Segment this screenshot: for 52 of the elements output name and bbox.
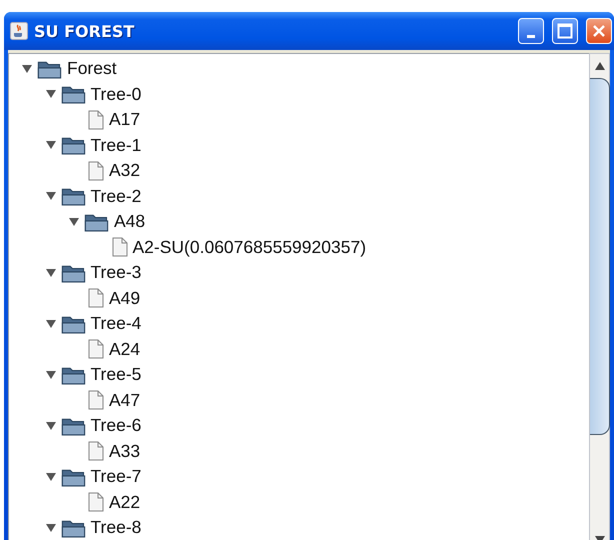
document-icon [112, 237, 128, 258]
tree-node-label[interactable]: Forest [67, 58, 117, 80]
folder-icon [60, 84, 86, 104]
window-title: SU FOREST [34, 22, 136, 40]
collapse-toggle-icon[interactable] [46, 420, 56, 431]
maximize-button[interactable] [552, 18, 578, 44]
collapse-toggle-icon[interactable] [46, 140, 56, 150]
document-icon [88, 288, 104, 308]
tree-node-label[interactable]: A48 [114, 211, 146, 232]
close-icon [592, 24, 606, 38]
folder-icon [60, 186, 86, 206]
collapse-toggle-icon[interactable] [46, 318, 56, 329]
document-icon [88, 390, 104, 410]
tree-node-label[interactable]: A17 [109, 109, 140, 130]
tree-node-label[interactable]: Tree-7 [90, 466, 142, 488]
document-icon [88, 160, 104, 181]
collapse-toggle-icon[interactable] [46, 268, 56, 278]
tree-node-label[interactable]: Tree-3 [90, 262, 142, 284]
tree-node-label[interactable]: Tree-6 [90, 415, 142, 436]
tree-node-label[interactable]: Tree-5 [90, 364, 142, 386]
coffee-cup-icon [10, 22, 28, 40]
collapse-toggle-icon[interactable] [46, 472, 56, 482]
document-icon [88, 339, 104, 360]
tree-node-label[interactable]: Tree-1 [90, 134, 142, 156]
collapse-toggle-icon[interactable] [46, 522, 56, 533]
minimize-icon [527, 34, 535, 38]
minimize-button[interactable] [518, 18, 544, 44]
tree-node-label[interactable]: A32 [109, 160, 140, 182]
tree-node-label[interactable]: A22 [109, 492, 140, 513]
tree-node-label[interactable]: Tree-0 [90, 84, 142, 105]
tree-node-label[interactable]: Tree-8 [90, 517, 142, 538]
document-icon [88, 441, 104, 462]
collapse-toggle-icon[interactable] [22, 64, 32, 74]
tree-node-label[interactable]: A24 [109, 338, 140, 360]
document-icon [88, 492, 104, 512]
tree-node-label[interactable]: Tree-2 [90, 186, 142, 207]
document-icon [88, 110, 104, 130]
collapse-toggle-icon[interactable] [46, 370, 56, 380]
collapse-toggle-icon[interactable] [69, 216, 79, 227]
tree-node-label[interactable]: A2-SU(0.0607685559920357) [132, 236, 366, 258]
vertical-scrollbar[interactable] [589, 53, 610, 540]
up-arrow-icon [594, 62, 604, 70]
collapse-toggle-icon[interactable] [46, 191, 56, 202]
tree-node-label[interactable]: A49 [109, 288, 140, 309]
close-button[interactable] [586, 18, 612, 44]
collapse-toggle-icon[interactable] [46, 89, 56, 100]
tree-node-label[interactable]: A33 [109, 440, 140, 462]
maximize-icon [557, 23, 573, 39]
folder-icon [60, 135, 86, 156]
scrollbar-thumb[interactable] [590, 78, 610, 435]
tree-node-label[interactable]: Tree-4 [90, 313, 142, 334]
tree-node-label[interactable]: A47 [109, 390, 140, 411]
